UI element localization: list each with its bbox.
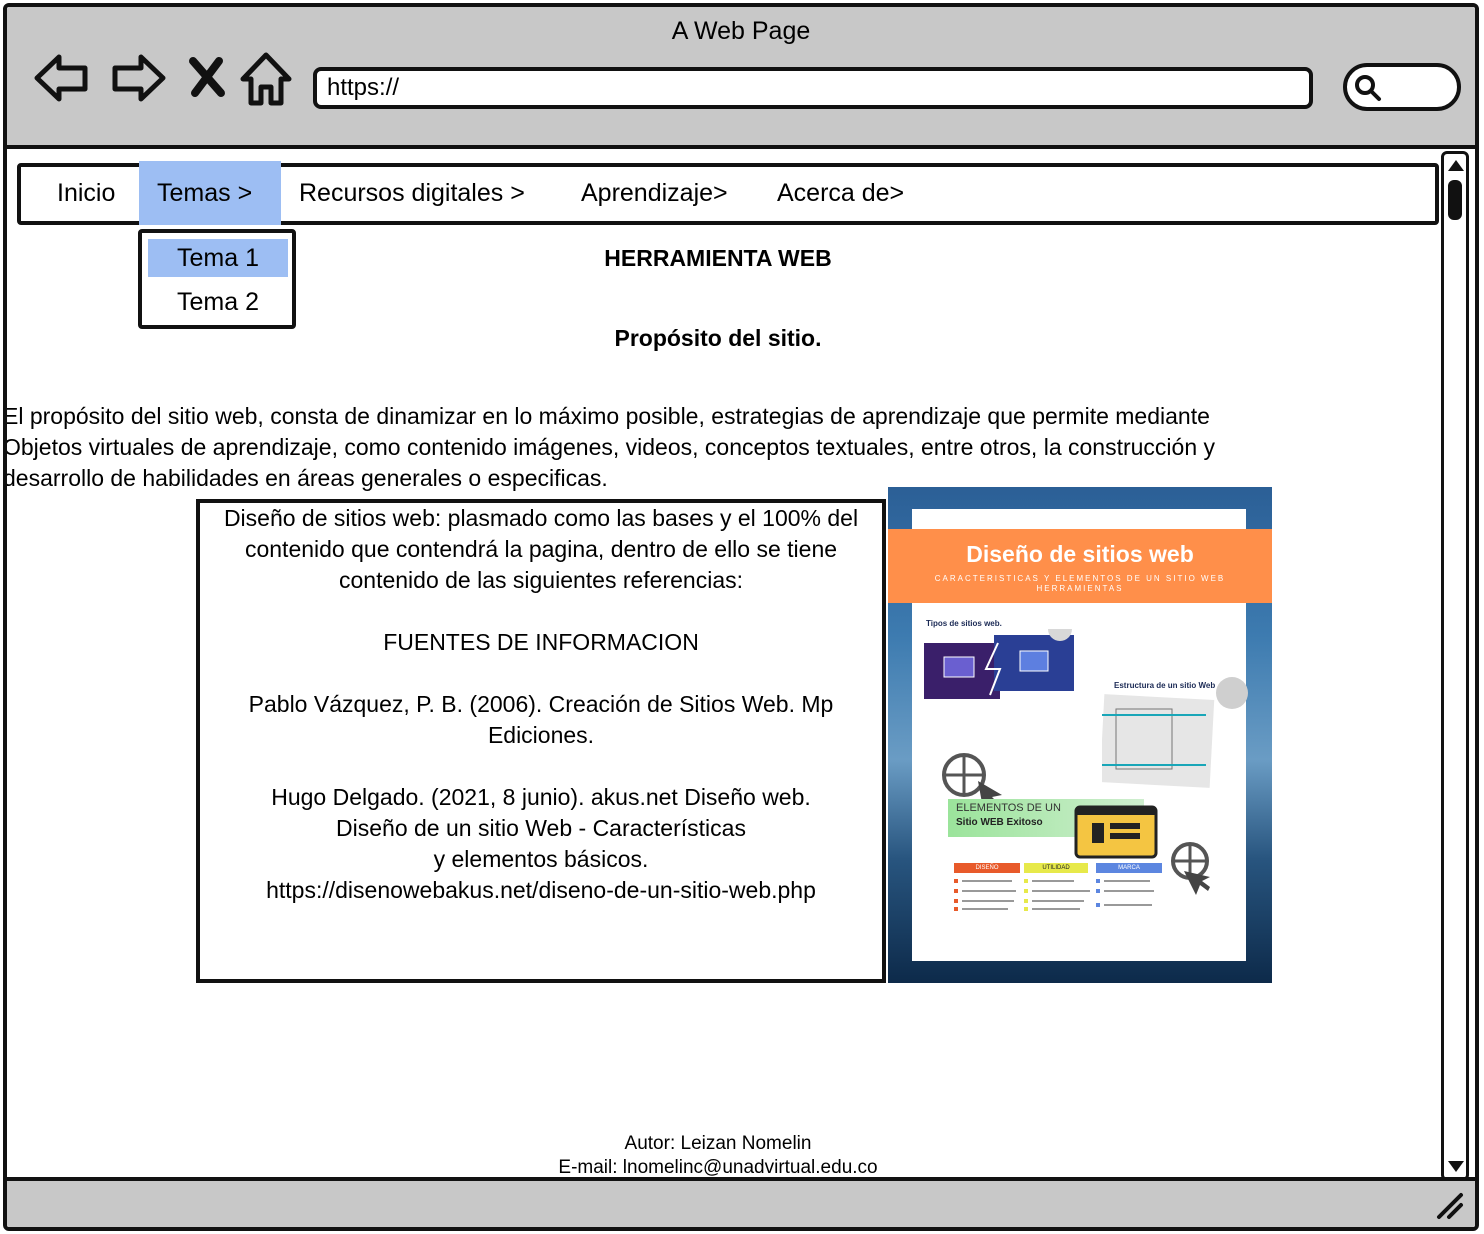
scroll-up-icon[interactable] <box>1446 156 1466 174</box>
menu-item-temas[interactable]: Temas > <box>139 161 281 225</box>
reference-2-line: Diseño de un sitio Web - Características <box>336 815 746 841</box>
status-bar <box>7 1177 1475 1227</box>
temas-dropdown: Tema 1 Tema 2 <box>138 229 296 329</box>
menu-item-acerca[interactable]: Acerca de> <box>759 161 922 225</box>
menu-item-inicio[interactable]: Inicio <box>39 161 133 225</box>
page-title: HERRAMIENTA WEB <box>604 245 832 271</box>
search-icon <box>1355 75 1381 101</box>
references-intro: Diseño de sitios web: plasmado como las … <box>223 505 859 593</box>
references-heading: FUENTES DE INFORMACION <box>383 629 699 655</box>
reference-2-line: Hugo Delgado. (2021, 8 junio). akus.net … <box>271 784 811 810</box>
references-box: Diseño de sitios web: plasmado como las … <box>196 499 886 983</box>
site-types-graphic <box>924 629 1074 699</box>
reference-2-link[interactable]: https://disenowebakus.net/diseno-de-un-s… <box>206 875 876 906</box>
infographic-image: Diseño de sitios web CARACTERISTICAS Y E… <box>888 487 1272 983</box>
page-viewport: Inicio Temas > Recursos digitales > Apre… <box>7 149 1447 1183</box>
forward-button[interactable] <box>109 49 167 107</box>
infographic-subtitle: CARACTERISTICAS Y ELEMENTOS DE UN SITIO … <box>934 574 1226 583</box>
dropdown-item-tema-2[interactable]: Tema 2 <box>148 283 288 321</box>
stop-button[interactable] <box>185 49 229 107</box>
close-icon <box>189 57 225 97</box>
globe-cursor-icon <box>942 753 1002 803</box>
footer-author: Autor: Leizan Nomelin <box>624 1133 812 1154</box>
globe-cursor-icon-2 <box>1171 842 1210 895</box>
arrow-right-icon <box>112 54 166 102</box>
infographic-subtitle-2: HERRAMIENTAS <box>1036 584 1124 593</box>
window-title: A Web Page <box>671 17 811 45</box>
main-menu: Inicio Temas > Recursos digitales > Apre… <box>17 161 1439 225</box>
browser-chrome: A Web Page https:// <box>7 7 1475 149</box>
scroll-down-icon[interactable] <box>1446 1158 1466 1176</box>
infographic-label-elements: ELEMENTOS DE UN <box>956 802 1061 814</box>
infographic-col-utility: UTILIDAD <box>1024 863 1088 873</box>
footer-email[interactable]: E-mail: lnomelinc@unadvirtual.edu.co <box>7 1157 1429 1179</box>
url-input[interactable]: https:// <box>313 67 1313 109</box>
infographic-col-brand: MARCA <box>1096 863 1162 873</box>
browser-window-graphic <box>1074 805 1158 859</box>
search-box[interactable] <box>1343 63 1461 111</box>
purpose-line: Objetos virtuales de aprendizaje, como c… <box>3 434 1216 460</box>
infographic-checklist-graphic <box>954 879 1154 911</box>
home-button[interactable] <box>237 49 295 107</box>
purpose-paragraph: El propósito del sitio web, consta de di… <box>3 401 1413 494</box>
reference-1: Pablo Vázquez, P. B. (2006). Creación de… <box>248 691 834 748</box>
arrow-left-icon <box>34 54 88 102</box>
vertical-scrollbar[interactable] <box>1441 151 1469 1181</box>
page-subtitle: Propósito del sitio. <box>614 325 822 351</box>
menu-item-recursos[interactable]: Recursos digitales > <box>281 161 543 225</box>
menu-item-aprendizaje[interactable]: Aprendizaje> <box>563 161 746 225</box>
site-structure-graphic <box>1102 677 1248 788</box>
purpose-line: El propósito del sitio web, consta de di… <box>3 403 1210 429</box>
browser-window: A Web Page https:// Inicio Temas > Recur… <box>3 3 1479 1231</box>
infographic-title: Diseño de sitios web <box>966 541 1194 567</box>
infographic-label-elements-2: Sitio WEB Exitoso <box>956 817 1043 828</box>
scroll-thumb[interactable] <box>1448 180 1462 220</box>
back-button[interactable] <box>33 49 91 107</box>
infographic-banner: Diseño de sitios web CARACTERISTICAS Y E… <box>888 529 1272 603</box>
reference-2-line: y elementos básicos. <box>433 846 649 872</box>
infographic-col-design: DISEÑO <box>954 863 1020 873</box>
infographic-label-types: Tipos de sitios web. <box>926 619 1002 628</box>
resize-grip-icon[interactable] <box>1433 1189 1465 1221</box>
home-icon <box>240 52 292 106</box>
